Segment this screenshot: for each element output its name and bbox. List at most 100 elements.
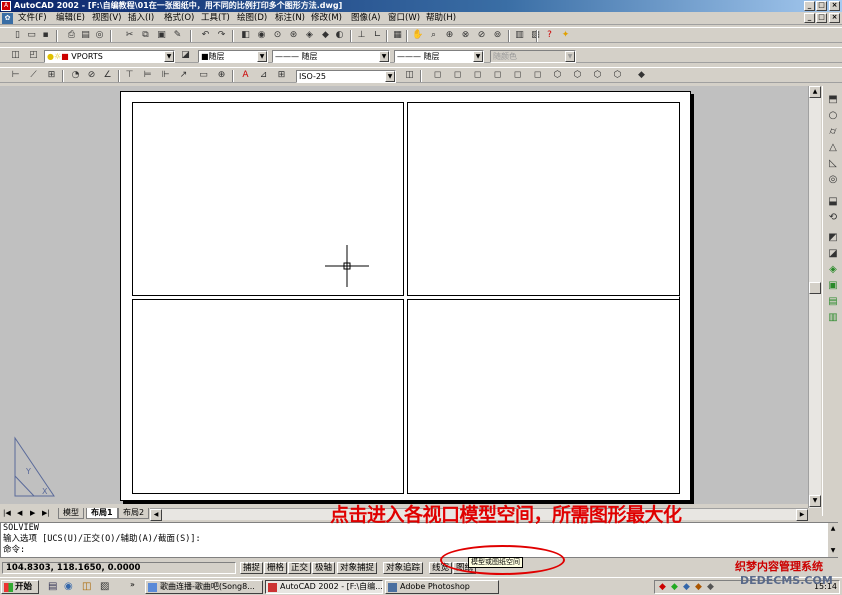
dim-update-icon[interactable]: ⊞ [276,70,287,81]
view-right-icon[interactable]: ◻ [492,70,503,81]
start-button[interactable]: 开始 [1,580,39,594]
star-icon[interactable]: ✦ [560,30,571,41]
baseline-dim-icon[interactable]: ⊨ [142,70,153,81]
layer-combo[interactable]: ●☼■ VPORTS ▼ [44,50,175,63]
tab-layout1[interactable]: 布局1 [86,508,118,519]
color-combo[interactable]: ■随层 ▼ [198,50,268,63]
cut-icon[interactable]: ✂ [124,30,135,41]
menu-format[interactable]: 格式(O) [164,13,194,24]
otrack-toggle[interactable]: 对象追踪 [383,562,424,574]
command-window[interactable]: SOLVIEW 输入选项 [UCS(U)/正交(O)/辅助(A)/截面(S)]: 命… [0,522,838,558]
camera-icon[interactable]: ◆ [636,70,647,81]
layer-previous-icon[interactable]: ◰ [28,50,39,61]
menu-edit[interactable]: 编辑(E) [56,13,85,24]
center-mark-icon[interactable]: ⊕ [216,70,227,81]
doc-restore-button[interactable]: □ [816,13,827,23]
scroll-up-arrow-icon[interactable]: ▲ [809,86,821,98]
tab-model[interactable]: 模型 [58,508,84,519]
lineweight-combo[interactable]: ——— 随层 ▼ [394,50,484,63]
match-properties-icon[interactable]: ✎ [172,30,183,41]
save-icon[interactable]: ▪ [40,30,51,41]
diameter-dim-icon[interactable]: ⊘ [86,70,97,81]
menu-draw[interactable]: 绘图(D) [237,13,267,24]
view-back-icon[interactable]: ◻ [532,70,543,81]
vertical-scrollbar[interactable]: ▲ ▼ [808,86,821,508]
view-nw-iso-icon[interactable]: ⬡ [612,70,623,81]
minimize-button[interactable]: _ [804,1,815,11]
grid-toggle[interactable]: 栅格 [264,562,288,574]
ordinate-dim-icon[interactable]: ⊞ [46,70,57,81]
viewport-bottom-left[interactable] [132,299,404,494]
tray-icon-3[interactable]: ◆ [683,582,690,592]
zoom-window-icon[interactable]: ⊕ [444,30,455,41]
scroll-left-arrow-icon[interactable]: ◀ [150,509,162,521]
preview-icon[interactable]: ▤ [80,30,91,41]
object-snap-icon[interactable]: ⊙ [272,30,283,41]
distance-icon[interactable]: ⊥ [356,30,367,41]
task-song8[interactable]: 歌曲连播-歌曲吧(Song8... [145,580,263,594]
tool-icon-b[interactable]: ◆ [320,30,331,41]
dim-edit-icon[interactable]: A [240,70,251,81]
scroll-down-arrow-icon[interactable]: ▼ [809,495,821,507]
snap-toggle[interactable]: 捕捉 [240,562,264,574]
pan-icon[interactable]: ✋ [412,30,423,41]
zoom-previous-icon[interactable]: ⊗ [460,30,471,41]
polar-toggle[interactable]: 极轴 [312,562,336,574]
publish-icon[interactable]: ◎ [94,30,105,41]
view-se-iso-icon[interactable]: ⬡ [572,70,583,81]
web-icon[interactable]: ◉ [256,30,267,41]
chevron-down-icon[interactable]: ▼ [385,71,395,82]
doc-close-button[interactable]: × [829,13,840,23]
design-center-icon[interactable]: ▥ [514,30,525,41]
linetype-combo[interactable]: ——— 随层 ▼ [272,50,390,63]
menu-file[interactable]: 文件(F) [18,13,47,24]
zoom-realtime-icon[interactable]: ⌕ [428,30,439,41]
torus-icon[interactable]: ◎ [827,174,839,186]
view-bottom-icon[interactable]: ◻ [452,70,463,81]
dim-text-edit-icon[interactable]: ⊿ [258,70,269,81]
tab-prev-icon[interactable]: ◀ [17,509,22,517]
menu-modify[interactable]: 修改(M) [311,13,342,24]
setup-view-icon[interactable]: ▤ [827,296,839,308]
copy-icon[interactable]: ⧉ [140,30,151,41]
continue-dim-icon[interactable]: ⊩ [160,70,171,81]
view-ne-iso-icon[interactable]: ⬡ [592,70,603,81]
scroll-right-arrow-icon[interactable]: ▶ [796,509,808,521]
view-sw-iso-icon[interactable]: ⬡ [552,70,563,81]
menu-view[interactable]: 视图(V) [92,13,121,24]
chevron-down-icon[interactable]: ▼ [257,51,267,62]
quicklaunch-more-icon[interactable]: » [130,580,135,589]
command-prompt[interactable]: 命令: [3,545,837,556]
tab-last-icon[interactable]: ▶| [42,509,50,517]
menu-image[interactable]: 图像(A) [351,13,380,24]
dimstyle-combo[interactable]: ISO-25 ▼ [296,70,396,83]
radius-dim-icon[interactable]: ◔ [70,70,81,81]
task-autocad[interactable]: AutoCAD 2002 - [F:\自编... [265,580,383,594]
quick-dim-icon[interactable]: ⊤ [124,70,135,81]
hyperlink-icon[interactable]: ◧ [240,30,251,41]
sphere-icon[interactable]: ○ [827,110,839,122]
box-icon[interactable]: ⬒ [827,94,839,106]
view-top-icon[interactable]: ◻ [432,70,443,81]
tab-next-icon[interactable]: ▶ [30,509,35,517]
autocad-app-icon[interactable]: A [1,1,11,11]
redo-icon[interactable]: ↷ [216,30,227,41]
properties-icon[interactable]: ▦ [392,30,403,41]
doc-minimize-button[interactable]: _ [804,13,815,23]
new-icon[interactable]: ▯ [12,30,23,41]
angle-icon[interactable]: ∟ [372,30,383,41]
help-icon[interactable]: ? [544,30,555,41]
aligned-dim-icon[interactable]: ⟋ [28,70,39,81]
task-photoshop[interactable]: Adobe Photoshop [385,580,499,594]
slice-icon[interactable]: ◩ [827,232,839,244]
tab-first-icon[interactable]: |◀ [3,509,11,517]
menu-help[interactable]: 帮助(H) [426,13,456,24]
tray-icon-4[interactable]: ◆ [695,582,702,592]
cylinder-icon[interactable]: ⌭ [827,126,839,138]
tool-icon-a[interactable]: ◈ [304,30,315,41]
ucs-icon[interactable]: ⊛ [288,30,299,41]
quicklaunch-icon[interactable]: ▨ [100,581,109,592]
make-current-layer-icon[interactable]: ◪ [180,50,191,61]
print-icon[interactable]: ⎙ [66,30,77,41]
menu-window[interactable]: 窗口(W) [388,13,420,24]
